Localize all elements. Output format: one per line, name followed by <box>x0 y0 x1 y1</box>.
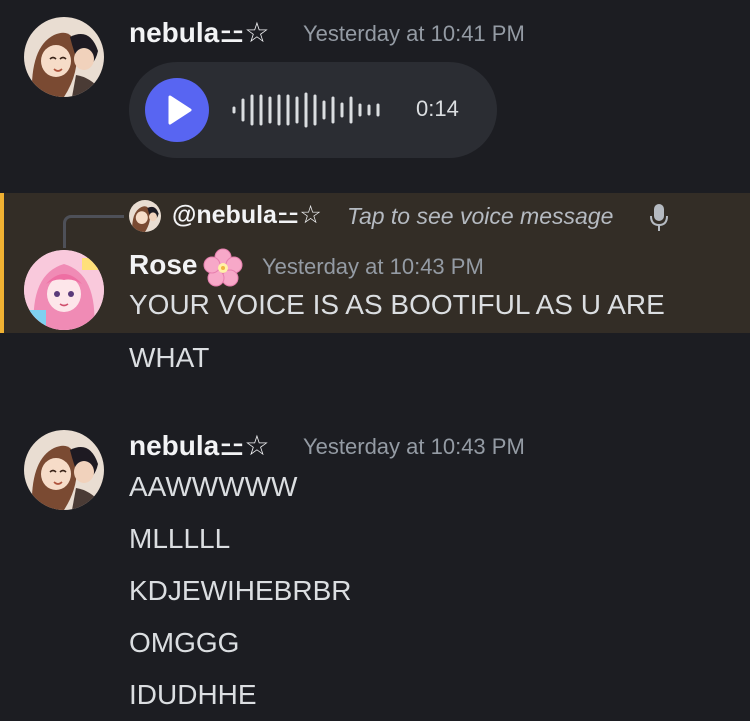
user-avatar-nebula[interactable] <box>24 430 104 510</box>
message-line: AAWWWWW <box>129 471 298 502</box>
message-line: WHAT <box>129 342 210 373</box>
user-avatar-rose[interactable] <box>24 250 104 330</box>
reply-avatar[interactable] <box>129 200 161 232</box>
message-timestamp: Yesterday at 10:41 PM <box>303 21 525 46</box>
avatar-image <box>24 430 104 510</box>
author-name[interactable]: Rose <box>129 249 197 281</box>
reply-connector <box>63 215 124 248</box>
message-timestamp: Yesterday at 10:43 PM <box>262 254 484 279</box>
avatar-image <box>24 250 104 330</box>
reply-preview[interactable]: Tap to see voice message <box>347 203 613 230</box>
play-icon <box>168 95 192 125</box>
mention-highlight-bar <box>0 193 4 333</box>
message-line: OMGGG <box>129 627 240 658</box>
voice-duration: 0:14 <box>416 96 459 121</box>
voice-message-player: 0:14 <box>129 62 497 158</box>
message-line: IDUDHHE <box>129 679 257 710</box>
avatar-image <box>24 17 104 97</box>
reply-author-mention[interactable]: @nebula⚍☆ <box>172 200 322 230</box>
message-line: MLLLLL <box>129 523 231 554</box>
author-name[interactable]: nebula⚍☆ <box>129 429 269 462</box>
message-line: YOUR VOICE IS AS BOOTIFUL AS U ARE <box>129 289 665 320</box>
author-name[interactable]: nebula⚍☆ <box>129 16 269 49</box>
waveform-icon[interactable] <box>231 92 401 128</box>
cherry-blossom-icon <box>203 248 243 287</box>
user-avatar-nebula[interactable] <box>24 17 104 97</box>
message-line: KDJEWIHEBRBR <box>129 575 352 606</box>
message-timestamp: Yesterday at 10:43 PM <box>303 434 525 459</box>
reply-avatar-image <box>129 200 161 232</box>
chat-view: nebula⚍☆ Yesterday at 10:41 PM 0:14 @neb… <box>0 0 750 721</box>
play-button[interactable] <box>145 78 209 142</box>
microphone-icon <box>650 204 668 231</box>
